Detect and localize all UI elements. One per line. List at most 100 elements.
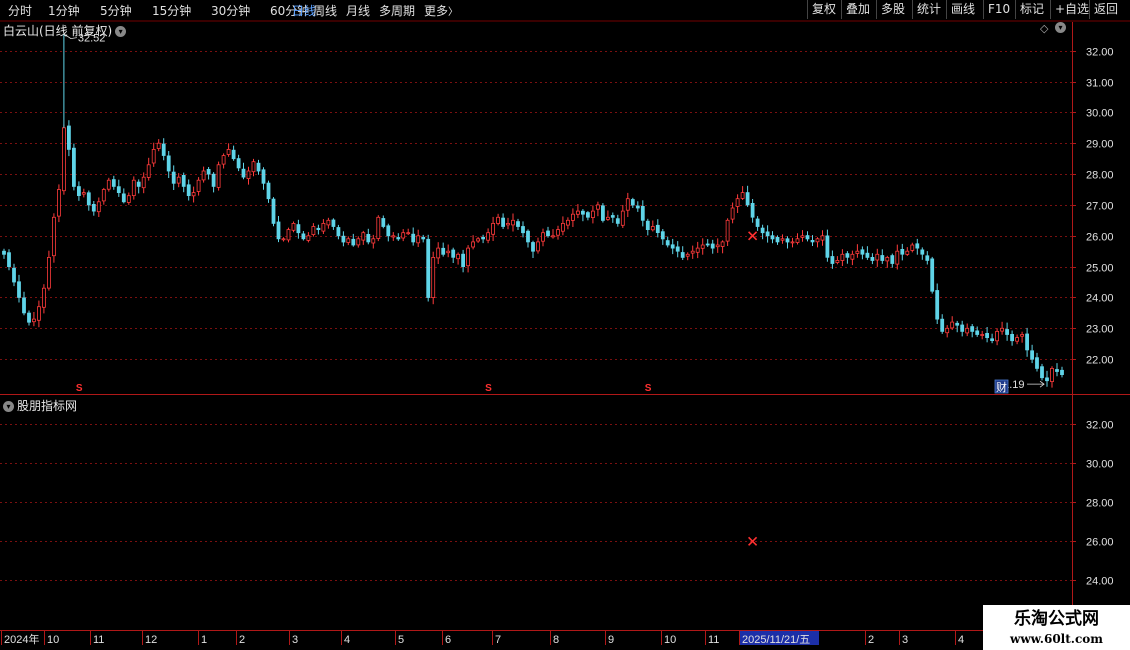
candle-body: [770, 235, 775, 240]
price-tick-label: 29.00: [1086, 139, 1114, 151]
candle-body: [451, 249, 456, 258]
indicator-title-text: 股朋指标网: [17, 399, 78, 413]
candle-body: [735, 198, 740, 207]
candle-body: [685, 253, 690, 257]
candle-body: [421, 236, 426, 240]
indicator-grid: [0, 424, 1072, 581]
candle-body: [341, 235, 346, 243]
candle-body: [606, 216, 610, 220]
price-tick-label: 32.00: [1086, 47, 1114, 59]
candle-body: [705, 243, 710, 246]
candle-body: [32, 318, 36, 323]
candle-body: [371, 238, 376, 244]
candle-body: [111, 179, 116, 187]
price-tick-label: 28.00: [1086, 170, 1114, 182]
candle-body: [196, 179, 201, 192]
candle-body: [446, 250, 451, 254]
candle-body: [635, 205, 640, 209]
candle-body: [650, 226, 655, 231]
candle-body: [201, 170, 206, 181]
indicator-axis: 32.00 30.00 28.00 26.00 24.00: [1072, 420, 1114, 588]
chevron-down-icon[interactable]: ▾: [3, 401, 14, 412]
candle-body: [321, 222, 326, 232]
candle-body: [630, 199, 635, 206]
indicator-tick-label: 32.00: [1086, 420, 1114, 432]
candle-body: [101, 189, 106, 202]
s-marker: S: [76, 383, 83, 394]
candle-body: [62, 127, 66, 192]
candle-body: [755, 218, 760, 227]
candle-body: [655, 224, 660, 234]
candle-body: [890, 255, 895, 264]
indicator-title[interactable]: ▾ 股朋指标网: [3, 397, 77, 414]
candle-body: [1005, 329, 1009, 335]
candle-body: [456, 253, 461, 260]
candle-body: [27, 312, 31, 323]
candle-body: [1000, 327, 1004, 332]
candle-body: [1030, 350, 1034, 360]
candle-body: [995, 330, 999, 342]
time-label: 1: [201, 634, 207, 646]
candle-body: [481, 236, 486, 240]
candle-body: [301, 233, 306, 240]
candle-body: [81, 192, 86, 195]
candle-body: [665, 240, 670, 246]
candle-body: [126, 195, 131, 203]
candle-body: [326, 219, 331, 226]
candle-body: [271, 198, 276, 224]
candle-body: [146, 164, 151, 178]
candle-body: [1045, 377, 1049, 382]
diamond-icon[interactable]: ◇: [1040, 22, 1048, 35]
candle-body: [591, 210, 595, 219]
candle-body: [226, 148, 231, 155]
candle-body: [800, 235, 805, 238]
candle-body: [1050, 367, 1054, 382]
candle-body: [256, 162, 261, 172]
candle-body: [22, 297, 26, 314]
candle-body: [291, 222, 296, 231]
candle-body: [1025, 333, 1029, 351]
candle-body: [680, 252, 685, 258]
candle-body: [810, 239, 815, 243]
candle-body: [1015, 337, 1019, 342]
candle-body: [216, 164, 221, 188]
time-label: 11: [93, 634, 104, 646]
candle-body: [211, 173, 216, 187]
indicator-tick-label: 24.00: [1086, 576, 1114, 588]
candle-body: [91, 203, 96, 212]
candle-body: [171, 171, 176, 184]
time-label: 9: [608, 634, 614, 646]
candle-body: [266, 182, 271, 200]
candle-body: [750, 202, 755, 218]
candle-body: [501, 217, 506, 227]
candle-body: [920, 249, 925, 255]
candle-body: [970, 326, 975, 332]
candle-body: [57, 189, 61, 217]
stock-title[interactable]: 白云山(日线 前复权) ▾: [3, 22, 127, 39]
candle-body: [461, 253, 466, 267]
candle-body: [7, 252, 11, 267]
chevron-down-icon[interactable]: ▾: [1055, 22, 1066, 33]
candle-body: [795, 238, 800, 243]
candle-body: [12, 267, 16, 283]
candle-body: [296, 224, 301, 234]
candle-body: [840, 253, 845, 261]
main-grid: [0, 51, 1072, 360]
price-tick-label: 26.00: [1086, 232, 1114, 244]
chevron-down-icon[interactable]: ▾: [115, 26, 127, 37]
kline-chart[interactable]: 32.00 31.00 30.00 29.00 28.00 27.00 26.00 25.00…: [0, 0, 1130, 650]
candle-body: [136, 181, 141, 187]
candle-body: [141, 176, 146, 189]
time-label: 2024年: [4, 632, 39, 646]
candle-body: [466, 247, 471, 267]
price-tick-label: 30.00: [1086, 108, 1114, 120]
candle-body: [725, 219, 730, 242]
candle-body: [740, 192, 745, 199]
candle-body: [660, 231, 665, 240]
candle-body: [491, 222, 496, 235]
candle-body: [186, 184, 191, 197]
candle-body: [176, 176, 181, 184]
candle-body: [935, 290, 940, 320]
candle-body: [825, 235, 830, 258]
candle-body: [106, 179, 111, 190]
